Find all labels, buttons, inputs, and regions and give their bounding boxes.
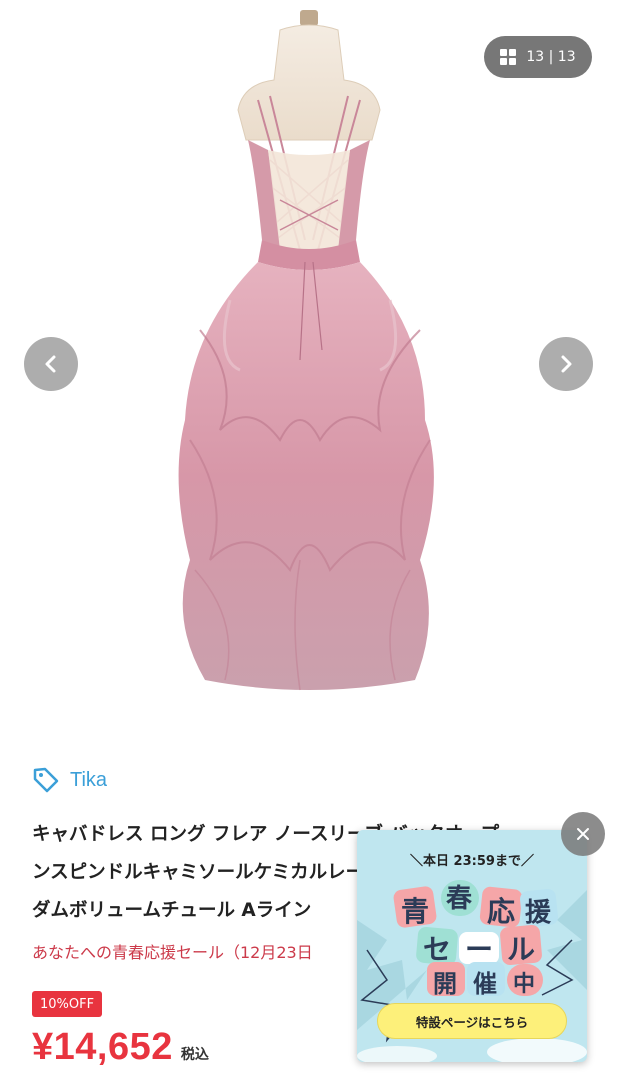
promo-special-page-button[interactable]: 特設ページはこちら (377, 1003, 567, 1039)
promo-title-char: ル (507, 933, 536, 966)
next-image-button[interactable] (539, 337, 593, 391)
previous-image-button[interactable] (24, 337, 78, 391)
chevron-left-icon (45, 355, 56, 373)
promo-title-char: 援 (525, 898, 552, 928)
promo-banner[interactable]: ＼本日 23:59まで／ 青 春 応 援 セ ー ル 開 催 中 特設ページはこ… (357, 830, 587, 1062)
image-counter[interactable]: 13 | 13 (484, 36, 592, 78)
promo-title-char: 中 (513, 972, 536, 997)
promo-title-char: 催 (473, 970, 497, 998)
brand-name: Tika (70, 768, 108, 791)
chevron-right-icon (561, 355, 572, 373)
promo-title-char: セ (423, 933, 452, 966)
close-icon (577, 828, 589, 840)
promo-title-char: ー (465, 933, 494, 966)
tag-icon (33, 767, 59, 793)
sale-campaign-link[interactable]: あなたへの青春応援セール（12月23日 (32, 939, 313, 963)
price-row: ¥14,652 税込 (32, 1026, 209, 1069)
tax-label: 税込 (180, 1047, 209, 1063)
image-counter-text: 13 | 13 (526, 49, 576, 65)
promo-close-button[interactable] (561, 812, 605, 856)
product-photo-dress (178, 10, 434, 691)
grid-icon (500, 49, 517, 65)
promo-title-char: 青 (401, 895, 430, 928)
discount-badge: 10%OFF (32, 991, 103, 1017)
promo-title-char: 応 (487, 895, 516, 928)
brand-link[interactable]: Tika (32, 766, 107, 794)
price: ¥14,652 (32, 1026, 173, 1068)
promo-title-char: 春 (446, 884, 473, 914)
promo-title-char: 開 (433, 970, 457, 998)
product-image-gallery[interactable]: 13 | 13 (0, 0, 618, 740)
